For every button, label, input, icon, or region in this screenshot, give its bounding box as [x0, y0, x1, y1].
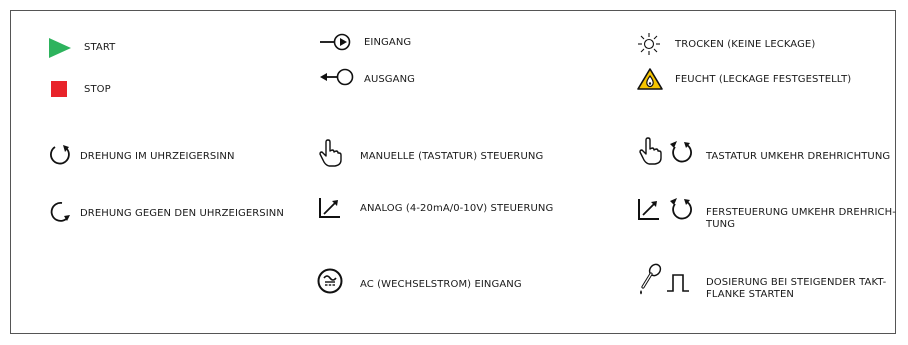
dry-label: TROCKEN (KEINE LECKAGE) [675, 39, 816, 50]
output-arrow-icon [320, 68, 354, 86]
sun-icon [638, 33, 660, 55]
remote-reverse-label-line2: TUNG [706, 219, 736, 230]
play-icon [49, 38, 71, 58]
hand-pointer-icon [319, 139, 342, 167]
ac-input-label: AC (WECHSELSTROM) EINGANG [360, 279, 522, 290]
output-label: AUSGANG [364, 74, 416, 85]
analog-control-icon [319, 198, 340, 218]
pipette-pulse-icon [640, 263, 689, 295]
dosing-label-line2: FLANKE STARTEN [706, 289, 794, 300]
stop-label: STOP [84, 84, 111, 95]
legend-panel: START STOP DREHUNG IM UHRZEIGERSINN DREH… [10, 10, 896, 334]
start-label: START [84, 42, 116, 53]
analog-reverse-icon [638, 198, 692, 220]
analog-control-label: ANALOG (4-20mA/0-10V) STEUERUNG [360, 203, 554, 214]
rotate-counterclockwise-icon [50, 202, 70, 222]
wet-label: FEUCHT (LECKAGE FESTGESTELLT) [675, 74, 852, 85]
manual-control-label: MANUELLE (TASTATUR) STEUERUNG [360, 151, 544, 162]
dosing-label-line1: DOSIERUNG BEI STEIGENDER TAKT- [706, 277, 887, 288]
rotate-clockwise-icon [50, 145, 70, 165]
input-arrow-icon [320, 33, 351, 51]
rotate-counterclockwise-label: DREHUNG GEGEN DEN UHRZEIGERSINN [80, 208, 284, 219]
leak-warning-icon [637, 68, 663, 90]
stop-icon [51, 81, 67, 97]
hand-reverse-icon [639, 137, 692, 165]
ac-input-icon [317, 268, 343, 294]
keypad-reverse-label: TASTATUR UMKEHR DREHRICHTUNG [706, 151, 891, 162]
rotate-clockwise-label: DREHUNG IM UHRZEIGERSINN [80, 151, 235, 162]
input-label: EINGANG [364, 37, 412, 48]
remote-reverse-label-line1: FERSTEUERUNG UMKEHR DREHRICH- [706, 207, 896, 218]
